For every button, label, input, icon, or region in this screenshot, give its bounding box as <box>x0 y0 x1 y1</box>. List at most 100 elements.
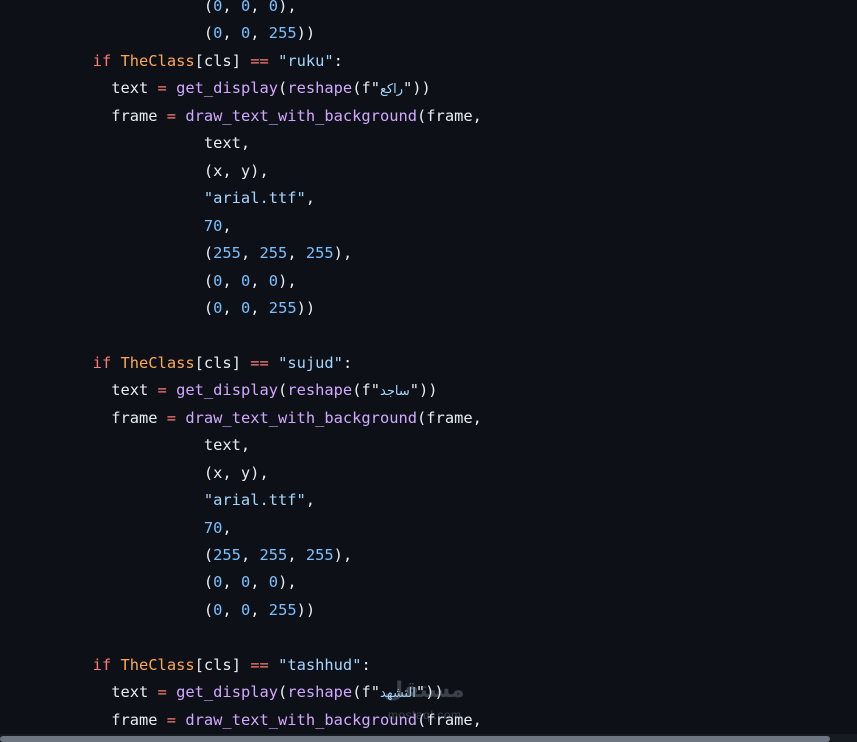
code-line: text = get_display(reshape(f"التشهد")) <box>0 679 444 706</box>
code-line: 70, <box>0 515 232 542</box>
function-name-token: get_display <box>176 381 279 400</box>
code-text: (x, y), <box>0 161 269 180</box>
code-line: (x, y), <box>0 460 269 487</box>
code-text: ( <box>278 79 288 98</box>
code-text: frame <box>0 106 167 125</box>
function-name-token: get_display <box>176 683 279 702</box>
code-line: text = get_display(reshape(f"ساجد")) <box>0 377 438 404</box>
code-text: frame <box>0 710 167 729</box>
number-token: (255, 255, 255) <box>203 546 343 564</box>
code-text: (f" <box>352 381 380 400</box>
code-text: , <box>342 546 353 564</box>
code-text: ( <box>278 683 288 702</box>
class-name-token: TheClass <box>120 353 195 372</box>
code-line: if TheClass[cls] == "sujud": <box>0 350 353 377</box>
number-token: 70 <box>203 216 223 235</box>
operator-token: == <box>250 51 269 70</box>
code-text: (frame, <box>417 106 482 125</box>
code-line: frame = draw_text_with_background(frame, <box>0 103 482 130</box>
code-text: text <box>0 381 158 400</box>
code-line: (0, 0, 255)) <box>0 295 315 322</box>
arabic-string-token: التشهد <box>380 686 416 702</box>
code-text: , <box>222 216 232 235</box>
function-name-token: reshape <box>287 683 353 702</box>
code-line: text, <box>0 432 250 459</box>
operator-token: == <box>250 655 269 674</box>
code-line: (0, 0, 255)) <box>0 597 315 624</box>
code-text: , <box>287 271 297 290</box>
keyword-token: if <box>92 655 121 674</box>
code-text: , <box>287 0 297 15</box>
arabic-string-token: راكع <box>380 82 403 98</box>
class-name-token: TheClass <box>120 655 195 674</box>
code-text: , <box>287 573 297 592</box>
code-line: (0, 0, 0), <box>0 569 297 596</box>
code-line: (0, 0, 255)) <box>0 20 315 47</box>
code-text: : <box>333 51 343 70</box>
code-text: (x, y), <box>0 463 269 482</box>
operator-token: = <box>157 79 167 98</box>
code-text: ")) <box>409 381 438 400</box>
code-line: (0, 0, 0), <box>0 0 297 20</box>
keyword-token: if <box>92 353 121 372</box>
string-token: "ruku" <box>278 51 334 70</box>
number-token: (0, 0, 0) <box>203 0 288 15</box>
function-name-token: reshape <box>287 381 353 400</box>
code-text: ")) <box>403 79 431 98</box>
code-text: , <box>305 491 316 510</box>
function-name-token: draw_text_with_background <box>185 106 418 125</box>
code-text: : <box>361 655 371 674</box>
code-text: , <box>305 189 316 208</box>
number-token: (0, 0, 255) <box>203 600 306 619</box>
string-token: "arial.ttf" <box>203 491 306 510</box>
function-name-token: draw_text_with_background <box>185 710 418 729</box>
code-line: (x, y), <box>0 158 269 185</box>
function-name-token: draw_text_with_background <box>185 408 418 427</box>
number-token: (0, 0, 0) <box>203 271 288 290</box>
code-text: text, <box>0 134 251 153</box>
code-line: if TheClass[cls] == "ruku": <box>0 48 343 75</box>
code-text: ")) <box>415 683 444 702</box>
code-line: "arial.ttf", <box>0 487 315 514</box>
code-viewer: (0, 0, 0), (0, 0, 255)) if TheClass[cls]… <box>0 0 857 742</box>
number-token: (0, 0, 255) <box>203 24 306 43</box>
class-name-token: TheClass <box>120 51 195 70</box>
string-token: "tashhud" <box>278 655 362 674</box>
string-token: "arial.ttf" <box>203 189 306 208</box>
horizontal-scrollbar-thumb[interactable] <box>0 736 830 742</box>
code-text: frame <box>0 408 167 427</box>
code-text: [cls] <box>194 655 251 674</box>
code-text: [cls] <box>194 51 251 70</box>
code-text: , <box>342 244 353 263</box>
function-name-token: get_display <box>176 79 279 98</box>
code-line: frame = draw_text_with_background(frame, <box>0 707 482 734</box>
code-text: : <box>342 353 353 372</box>
operator-token: = <box>166 106 177 125</box>
code-line: (255, 255, 255), <box>0 542 352 569</box>
operator-token: == <box>250 353 269 372</box>
operator-token: = <box>157 381 167 400</box>
code-line: 70, <box>0 213 232 240</box>
code-text: (frame, <box>417 710 482 729</box>
code-line: "arial.ttf", <box>0 185 315 212</box>
code-line: text, <box>0 130 250 157</box>
number-token: 70 <box>203 518 223 537</box>
operator-token: = <box>157 683 167 702</box>
